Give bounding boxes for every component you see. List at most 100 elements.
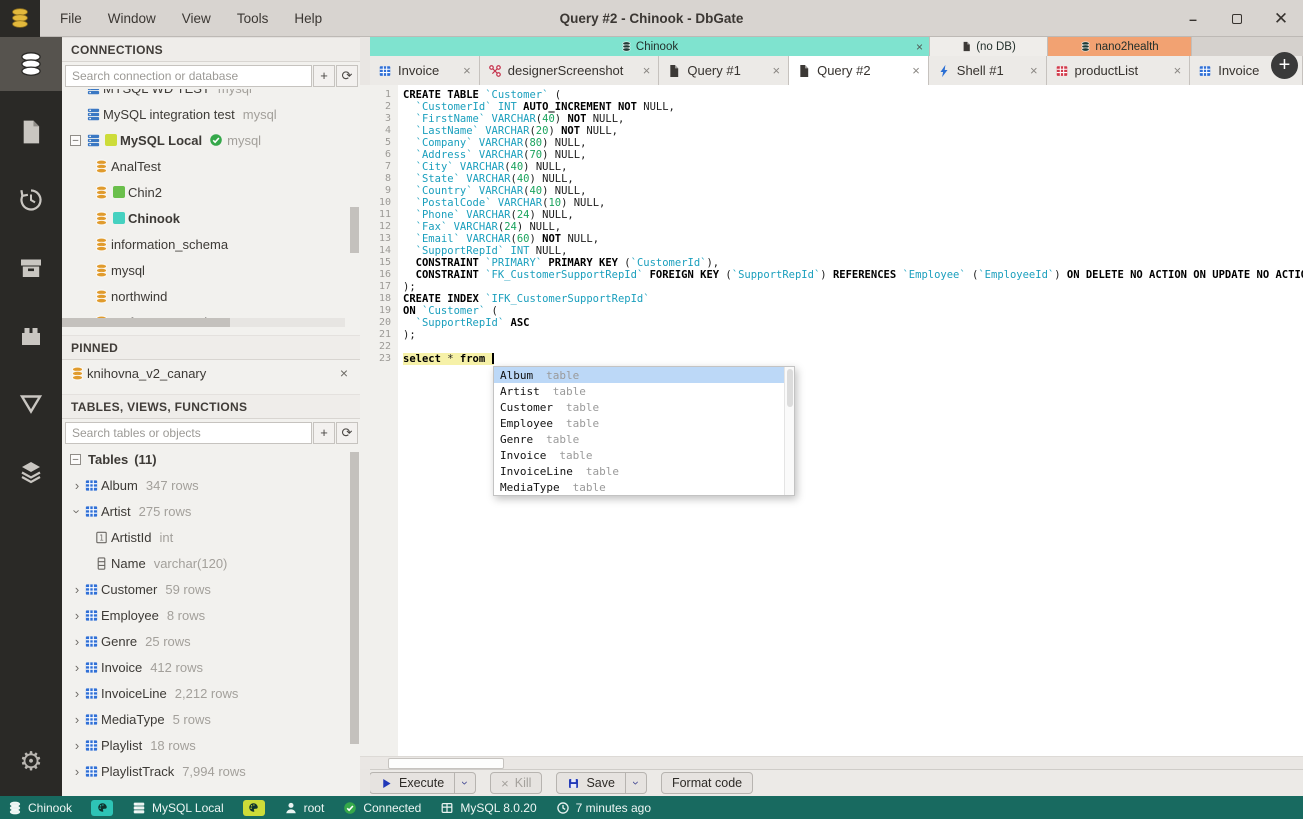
- table-item[interactable]: › Invoice 412 rows: [62, 654, 360, 680]
- connections-search-input[interactable]: [65, 64, 312, 87]
- autocomplete-item-mediatype[interactable]: MediaType table: [494, 479, 794, 495]
- tab-group-chinook[interactable]: Chinook ×: [370, 37, 930, 56]
- activity-history-icon[interactable]: [0, 173, 62, 227]
- chevron-right-icon[interactable]: ›: [70, 764, 84, 779]
- tab-query-1[interactable]: Query #1 ×: [659, 56, 790, 85]
- save-button[interactable]: Save: [556, 772, 626, 794]
- close-tab-icon[interactable]: ×: [764, 63, 780, 78]
- database-item[interactable]: information_schema: [62, 231, 360, 257]
- pinned-item[interactable]: knihovna_v2_canary ×: [62, 360, 360, 386]
- autocomplete-scrollbar[interactable]: [784, 367, 794, 495]
- palette-badge[interactable]: [91, 799, 114, 816]
- autocomplete-item-invoiceline[interactable]: InvoiceLine table: [494, 463, 794, 479]
- chevron-right-icon[interactable]: ›: [70, 712, 84, 727]
- format-code-button[interactable]: Format code: [660, 772, 754, 794]
- code-line: `Email` VARCHAR(60) NOT NULL,: [415, 233, 600, 245]
- collapse-expander[interactable]: –: [70, 134, 81, 146]
- database-item[interactable]: northwind: [62, 283, 360, 309]
- close-group-icon[interactable]: ×: [916, 40, 923, 54]
- activity-filter-triangle-icon[interactable]: [0, 377, 62, 431]
- editor-hscrollbar[interactable]: [360, 756, 1303, 769]
- unpin-close-icon[interactable]: ×: [340, 365, 348, 381]
- tab-group-nano2health[interactable]: nano2health: [1048, 37, 1192, 56]
- autocomplete-item-invoice[interactable]: Invoice table: [494, 447, 794, 463]
- activity-layers-icon[interactable]: [0, 445, 62, 499]
- tab-group--no-db-[interactable]: (no DB): [930, 37, 1048, 56]
- tab-invoice[interactable]: Invoice ×: [370, 56, 480, 85]
- collapse-expander[interactable]: –: [70, 453, 81, 465]
- statusbar-connected: Connected: [343, 801, 421, 815]
- connections-hscrollbar[interactable]: [62, 318, 345, 327]
- autocomplete-item-employee[interactable]: Employee table: [494, 415, 794, 431]
- menu-help[interactable]: Help: [284, 7, 332, 30]
- chevron-right-icon[interactable]: ›: [70, 608, 84, 623]
- table-item[interactable]: › PlaylistTrack 7,994 rows: [62, 758, 360, 784]
- connection-item[interactable]: MySQL integration test mysql: [62, 101, 360, 127]
- menu-tools[interactable]: Tools: [227, 7, 279, 30]
- database-item[interactable]: Chin2: [62, 179, 360, 205]
- autocomplete-item-genre[interactable]: Genre table: [494, 431, 794, 447]
- activity-bar: ⚙: [0, 37, 62, 796]
- close-tab-icon[interactable]: ×: [1166, 63, 1182, 78]
- maximize-button[interactable]: [1229, 11, 1245, 27]
- connection-item[interactable]: – MySQL Local mysql: [62, 127, 360, 153]
- add-table-button[interactable]: +: [313, 421, 335, 444]
- connections-vscrollbar[interactable]: [350, 207, 359, 253]
- minimize-button[interactable]: –: [1185, 11, 1201, 27]
- chevron-right-icon[interactable]: ›: [70, 686, 84, 701]
- connection-item[interactable]: MYSQL WD TEST mysql: [62, 89, 360, 101]
- refresh-tables-button[interactable]: ⟳: [336, 421, 358, 444]
- menu-view[interactable]: View: [172, 7, 221, 30]
- table-item[interactable]: › Customer 59 rows: [62, 576, 360, 602]
- app-logo-icon: [0, 0, 40, 37]
- tables-search-input[interactable]: [65, 421, 312, 444]
- table-item[interactable]: › MediaType 5 rows: [62, 706, 360, 732]
- column-item[interactable]: Name varchar(120): [62, 550, 360, 576]
- tab-designerscreenshot[interactable]: designerScreenshot ×: [479, 56, 660, 85]
- chevron-right-icon[interactable]: ›: [70, 478, 84, 493]
- tab-shell-1[interactable]: Shell #1 ×: [928, 56, 1047, 85]
- close-tab-icon[interactable]: ×: [635, 63, 651, 78]
- tab-productlist[interactable]: productList ×: [1046, 56, 1191, 85]
- menu-file[interactable]: File: [50, 7, 92, 30]
- chevron-right-icon[interactable]: ›: [70, 738, 84, 753]
- table-item[interactable]: › Playlist 18 rows: [62, 732, 360, 758]
- execute-dropdown-button[interactable]: ›: [455, 772, 477, 794]
- chevron-right-icon[interactable]: ›: [70, 582, 84, 597]
- column-item[interactable]: 1 ArtistId int: [62, 524, 360, 550]
- activity-database-icon[interactable]: [0, 37, 62, 91]
- table-item[interactable]: › Album 347 rows: [62, 472, 360, 498]
- close-tab-icon[interactable]: ×: [1022, 63, 1038, 78]
- activity-file-icon[interactable]: [0, 105, 62, 159]
- palette-badge[interactable]: [242, 799, 265, 816]
- activity-settings-icon[interactable]: ⚙: [0, 734, 62, 788]
- autocomplete-item-artist[interactable]: Artist table: [494, 383, 794, 399]
- activity-plugins-icon[interactable]: [0, 309, 62, 363]
- database-item[interactable]: AnalTest: [62, 153, 360, 179]
- close-tab-icon[interactable]: ×: [904, 63, 920, 78]
- table-item[interactable]: › InvoiceLine 2,212 rows: [62, 680, 360, 706]
- menu-window[interactable]: Window: [98, 7, 166, 30]
- tab-query-2[interactable]: Query #2 ×: [789, 56, 929, 85]
- save-dropdown-button[interactable]: ›: [625, 772, 647, 794]
- database-item[interactable]: Chinook: [62, 205, 360, 231]
- close-tab-icon[interactable]: ×: [455, 63, 471, 78]
- chevron-down-icon[interactable]: ›: [70, 504, 85, 518]
- table-item[interactable]: › Employee 8 rows: [62, 602, 360, 628]
- close-button[interactable]: ✕: [1273, 9, 1289, 28]
- table-item[interactable]: › Genre 25 rows: [62, 628, 360, 654]
- activity-archive-icon[interactable]: [0, 241, 62, 295]
- tables-vscrollbar[interactable]: [350, 452, 359, 744]
- autocomplete-item-album[interactable]: Album table: [494, 367, 794, 383]
- refresh-connections-button[interactable]: ⟳: [336, 64, 358, 87]
- kill-button[interactable]: × Kill: [490, 772, 543, 794]
- database-item[interactable]: mysql: [62, 257, 360, 283]
- new-tab-button[interactable]: +: [1271, 52, 1298, 79]
- chevron-right-icon[interactable]: ›: [70, 634, 84, 649]
- tables-folder[interactable]: – Tables (11): [62, 446, 360, 472]
- execute-button[interactable]: Execute: [369, 772, 456, 794]
- autocomplete-item-customer[interactable]: Customer table: [494, 399, 794, 415]
- table-item[interactable]: › Artist 275 rows: [62, 498, 360, 524]
- add-connection-button[interactable]: +: [313, 64, 335, 87]
- chevron-right-icon[interactable]: ›: [70, 660, 84, 675]
